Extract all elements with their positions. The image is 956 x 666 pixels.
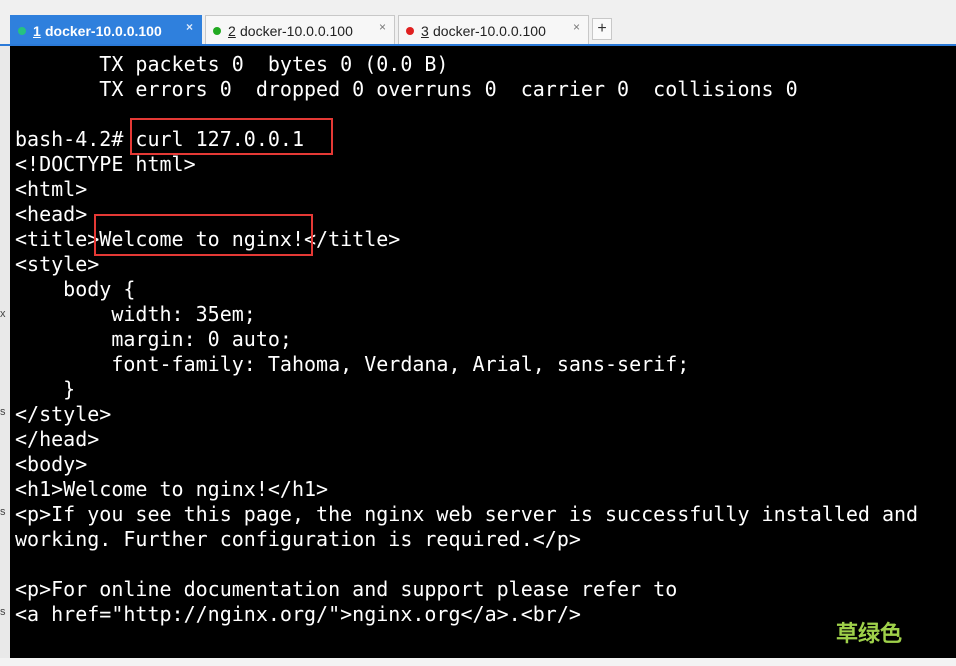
terminal-line: <h1>Welcome to nginx!</h1>: [15, 477, 329, 501]
tab-number: 2: [228, 23, 236, 39]
terminal-line: TX errors 0 dropped 0 overruns 0 carrier…: [15, 77, 798, 101]
left-gutter: x s s s: [0, 46, 10, 658]
terminal-line: </head>: [15, 427, 100, 451]
terminal-line: working. Further configuration is requir…: [15, 527, 581, 551]
tab-label: docker-10.0.0.100: [433, 23, 546, 39]
terminal-line: <a href="http://nginx.org/">nginx.org</a…: [15, 602, 581, 626]
tab-label: docker-10.0.0.100: [240, 23, 353, 39]
tab-number: 3: [421, 23, 429, 39]
terminal-line: <!DOCTYPE html>: [15, 152, 196, 176]
highlight-box-title: [94, 214, 313, 256]
gutter-mark: s: [0, 606, 6, 618]
tab-session-2[interactable]: 2 docker-10.0.0.100 ×: [205, 15, 395, 44]
status-dot-icon: [18, 27, 26, 35]
tab-bar: 1 docker-10.0.0.100 × 2 docker-10.0.0.10…: [0, 0, 956, 46]
terminal-line: <html>: [15, 177, 88, 201]
terminal-line: <p>If you see this page, the nginx web s…: [15, 502, 919, 526]
terminal-line: margin: 0 auto;: [15, 327, 292, 351]
status-dot-icon: [213, 27, 221, 35]
tab-number: 1: [33, 23, 41, 39]
terminal-line: TX packets 0 bytes 0 (0.0 B): [15, 52, 449, 76]
tab-session-3[interactable]: 3 docker-10.0.0.100 ×: [398, 15, 589, 44]
status-dot-icon: [406, 27, 414, 35]
gutter-mark: x: [0, 308, 6, 320]
close-icon[interactable]: ×: [573, 20, 580, 34]
terminal-line: body {: [15, 277, 136, 301]
highlight-box-command: [130, 118, 333, 155]
terminal-line: font-family: Tahoma, Verdana, Arial, san…: [15, 352, 690, 376]
terminal-output[interactable]: TX packets 0 bytes 0 (0.0 B) TX errors 0…: [10, 46, 956, 658]
terminal-line: <head>: [15, 202, 88, 226]
watermark: 草绿色: [836, 622, 903, 647]
gutter-mark: s: [0, 506, 6, 518]
close-icon[interactable]: ×: [186, 20, 193, 34]
terminal-line: <style>: [15, 252, 100, 276]
terminal-line: <p>For online documentation and support …: [15, 577, 678, 601]
gutter-mark: s: [0, 406, 6, 418]
add-tab-button[interactable]: +: [592, 18, 612, 40]
terminal-line: </style>: [15, 402, 112, 426]
bottom-bar: [0, 658, 956, 666]
tab-label: docker-10.0.0.100: [45, 23, 162, 39]
close-icon[interactable]: ×: [379, 20, 386, 34]
terminal-line: width: 35em;: [15, 302, 256, 326]
tab-session-1[interactable]: 1 docker-10.0.0.100 ×: [10, 15, 202, 44]
terminal-line: }: [15, 377, 76, 401]
terminal-line: <body>: [15, 452, 88, 476]
